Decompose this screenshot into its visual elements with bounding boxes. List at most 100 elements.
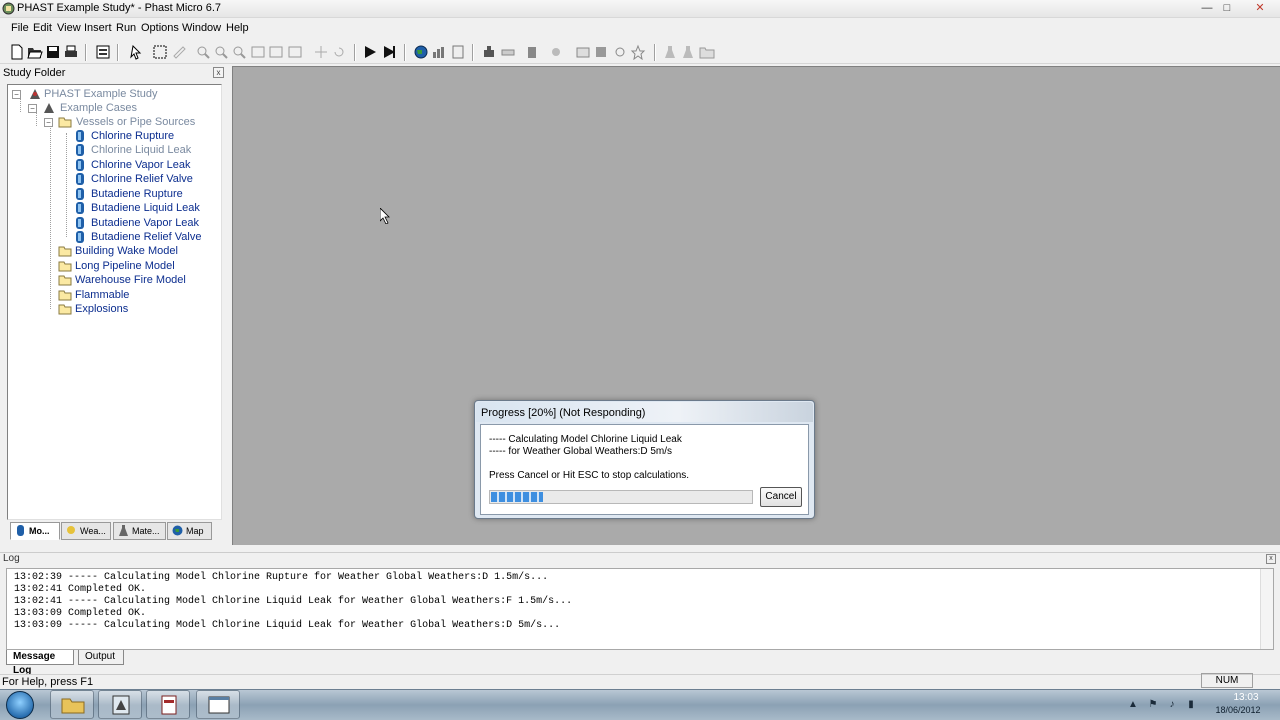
folder-icon [58,275,72,286]
network-icon[interactable]: ▮ [1186,700,1196,710]
tree-item-model[interactable]: Chlorine Rupture [74,129,221,143]
pointer-icon[interactable] [128,44,144,60]
menu-options[interactable]: Options [141,22,179,34]
menu-view[interactable]: View [57,22,81,34]
model-icon [76,159,84,171]
toolbar-separator [404,44,406,61]
tab-message-log[interactable]: Message Log [6,650,74,676]
model-icon [76,217,84,229]
tab-materials[interactable]: Mate... [113,522,166,540]
folder-icon [58,261,72,272]
tree-node-vessels-folder[interactable]: − Vessels or Pipe Sources [44,115,221,129]
menu-run[interactable]: Run [116,22,136,34]
progress-dialog: Progress [20%] (Not Responding) ----- Ca… [474,400,815,519]
tree-item-model[interactable]: Chlorine Liquid Leak [74,143,221,157]
menu-help[interactable]: Help [226,22,249,34]
menu-window[interactable]: Window [182,22,221,34]
taskbar-phast-button[interactable] [98,690,142,719]
tray-flag-icon[interactable]: ⚑ [1148,700,1158,710]
print-icon[interactable] [63,44,79,60]
tree-node-example-cases[interactable]: − Example Cases [28,101,218,115]
run-icon[interactable] [362,44,378,60]
parameters-icon[interactable] [575,44,591,60]
tree-folder-explosions[interactable]: Explosions [58,302,221,316]
properties-icon[interactable] [95,44,111,60]
collapse-icon[interactable]: − [28,104,37,113]
report-icon[interactable] [450,44,466,60]
speaker-icon[interactable]: ♪ [1167,700,1177,710]
close-button[interactable]: ✕ [1244,1,1276,16]
toolbar-separator [354,44,356,61]
document-icon [161,695,177,715]
study-tree: − PHAST Example Study − Example Cases − … [7,84,222,520]
taskbar-app-button[interactable] [146,690,190,719]
tree-item-model[interactable]: Butadiene Relief Valve [74,230,221,244]
tree-item-model[interactable]: Chlorine Relief Valve [74,172,221,186]
save-icon[interactable] [45,44,61,60]
taskbar-explorer-button[interactable] [50,690,94,719]
folder-icon [58,304,72,315]
tree-folder-warehouse-fire[interactable]: Warehouse Fire Model [58,273,221,287]
taskbar-window-button[interactable] [196,690,240,719]
run-all-icon[interactable] [381,44,397,60]
lasso-icon [173,46,186,59]
building-icon[interactable] [524,44,540,60]
material-icon[interactable] [593,44,609,60]
cancel-button[interactable]: Cancel [760,487,802,507]
tray-expand-icon[interactable]: ▲ [1128,700,1138,710]
tab-output[interactable]: Output [78,650,124,665]
toolbar-separator [117,44,119,61]
zoom-window-icon [233,46,246,59]
log-scrollbar[interactable] [1260,569,1273,649]
dialog-status-line: ----- for Weather Global Weathers:D 5m/s [489,446,673,457]
study-folder-close-button[interactable]: x [213,67,224,78]
population-icon[interactable] [612,44,628,60]
zoom-all-icon [288,46,302,58]
weather-icon[interactable] [549,44,565,60]
dialog-body: ----- Calculating Model Chlorine Liquid … [480,424,809,515]
minimize-button[interactable]: — [1198,1,1216,16]
new-file-icon[interactable] [9,44,25,60]
globe-icon[interactable] [413,44,429,60]
flask-icon [119,525,128,536]
menu-edit[interactable]: Edit [33,22,52,34]
folder-icon[interactable] [699,44,715,60]
clock-time[interactable]: 13:03 [1226,692,1266,703]
tree-folder-building-wake[interactable]: Building Wake Model [58,244,221,258]
menu-insert[interactable]: Insert [84,22,112,34]
log-line: 13:02:41 Completed OK. [14,584,147,595]
zoom-extents-icon [251,46,265,58]
tree-item-model[interactable]: Butadiene Rupture [74,187,221,201]
study-folder-title: Study Folder [3,67,66,79]
pipe-icon[interactable] [500,44,516,60]
log-close-button[interactable]: x [1266,554,1276,564]
graph-icon[interactable] [431,44,447,60]
select-area-icon[interactable] [152,44,168,60]
tab-map[interactable]: Map [167,522,212,540]
log-line: 13:03:09 ----- Calculating Model Chlorin… [14,620,561,631]
weather-icon [67,526,75,534]
flask-icon[interactable] [662,44,678,60]
log-output[interactable]: 13:02:39 ----- Calculating Model Chlorin… [6,568,1274,650]
ignition-icon[interactable] [630,44,646,60]
tree-node-root[interactable]: − PHAST Example Study [12,87,212,101]
tree-item-model[interactable]: Butadiene Liquid Leak [74,201,221,215]
menu-file[interactable]: File [11,22,29,34]
collapse-icon[interactable]: − [12,90,21,99]
mouse-cursor-icon [380,208,390,224]
vessel-icon[interactable] [481,44,497,60]
tree-folder-flammable[interactable]: Flammable [58,288,221,302]
maximize-button[interactable]: □ [1218,1,1236,16]
taskbar [0,689,1280,720]
clock-date[interactable]: 18/06/2012 [1210,705,1266,715]
tree-item-model[interactable]: Chlorine Vapor Leak [74,158,221,172]
open-folder-icon[interactable] [27,44,43,60]
tree-folder-long-pipeline[interactable]: Long Pipeline Model [58,259,221,273]
tab-models[interactable]: Mo... [10,522,60,540]
tree-item-model[interactable]: Butadiene Vapor Leak [74,216,221,230]
log-line: 13:03:09 Completed OK. [14,608,147,619]
start-button[interactable] [6,691,34,719]
collapse-icon[interactable]: − [44,118,53,127]
flask-alt-icon[interactable] [680,44,696,60]
tab-weather[interactable]: Wea... [61,522,111,540]
